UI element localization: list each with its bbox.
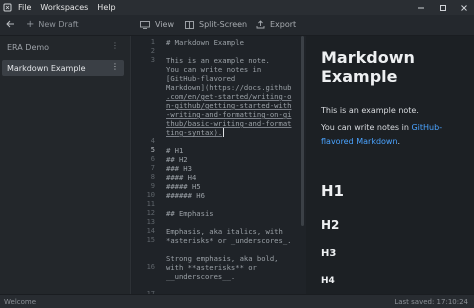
preview-link[interactable]: GitHub-: [411, 123, 442, 132]
split-screen-icon: [185, 20, 194, 29]
split-screen-button[interactable]: Split-Screen: [185, 20, 247, 29]
minimize-icon[interactable]: [414, 1, 427, 14]
kebab-menu-icon[interactable]: ⋮: [111, 63, 119, 71]
code-line: -writing-and-formatting-on-gi: [166, 110, 292, 119]
line-number: 15: [146, 236, 155, 244]
preview-paragraph: This is an example note.: [321, 106, 419, 115]
text-cursor: [223, 128, 224, 137]
line-number: 5: [150, 146, 155, 154]
line-number: 11: [146, 200, 155, 208]
app-logo-icon: [3, 3, 12, 12]
view-label: View: [155, 20, 174, 29]
code-line: # Markdown Example: [166, 38, 244, 47]
sidebar-item-label: ERA Demo: [7, 42, 50, 52]
plus-icon: +: [26, 18, 35, 30]
code-line: You can write notes in: [166, 65, 262, 74]
markdown-editor[interactable]: 1 2 3 4 5 6 7 8 9 10 11 12 13 14 15 16 1…: [132, 36, 306, 294]
sidebar-item-label: Markdown Example: [7, 63, 86, 73]
code-line: __underscores__.: [166, 272, 236, 281]
back-arrow-icon[interactable]: [5, 19, 15, 32]
menu-help[interactable]: Help: [97, 3, 115, 12]
kebab-menu-icon[interactable]: ⋮: [111, 42, 119, 50]
line-number: 1: [150, 38, 155, 46]
line-number-gutter: 1 2 3 4 5 6 7 8 9 10 11 12 13 14 15 16 1…: [132, 36, 158, 294]
toolbar: + New Draft View Split-Screen Export: [0, 15, 474, 36]
code-line: .com/en/get-started/writing-o: [166, 92, 292, 101]
line-number: 6: [150, 155, 155, 163]
sidebar-item-markdown-example[interactable]: Markdown Example ⋮: [2, 60, 124, 76]
editor-scrollbar[interactable]: [301, 36, 304, 226]
code-line: This is an example note.: [166, 56, 270, 65]
status-left: Welcome: [4, 298, 37, 306]
new-draft-label: New Draft: [38, 20, 79, 29]
preview-h2: H2: [321, 218, 340, 232]
menu-file[interactable]: File: [18, 3, 31, 12]
menu-workspaces[interactable]: Workspaces: [40, 3, 88, 12]
sidebar: ERA Demo ⋮ Markdown Example ⋮: [0, 36, 131, 294]
preview-text: .: [397, 137, 401, 146]
code-line: n-github/getting-started-with: [166, 101, 292, 110]
line-number: 12: [146, 209, 155, 217]
code-line: ##### H5: [166, 182, 201, 191]
preview-paragraph: You can write notes in GitHub-: [321, 123, 442, 132]
code-line: # H1: [166, 146, 184, 155]
code-line: ting-syntax).: [166, 128, 223, 137]
new-draft-button[interactable]: + New Draft: [26, 18, 79, 30]
code-line: thub/basic-writing-and-format: [166, 119, 292, 128]
line-number: 7: [150, 164, 155, 172]
preview-h4: H4: [321, 276, 335, 286]
code-line: ## Emphasis: [166, 209, 214, 218]
view-button[interactable]: View: [140, 20, 174, 29]
export-button[interactable]: Export: [256, 20, 296, 29]
split-screen-label: Split-Screen: [199, 20, 248, 29]
status-bar: Welcome Last saved: 17:10:24: [0, 294, 474, 308]
export-icon: [256, 20, 265, 29]
line-number: 4: [150, 137, 155, 145]
export-label: Export: [270, 20, 297, 29]
preview-h3: H3: [321, 248, 337, 259]
preview-link[interactable]: flavored Markdown: [321, 137, 398, 146]
line-number: 16: [146, 263, 155, 271]
code-line: Emphasis, aka italics, with: [166, 227, 283, 236]
last-saved-status: Last saved: 17:10:24: [394, 298, 468, 306]
preview-title: Markdown Example: [321, 48, 415, 86]
code-line: ### H3: [166, 164, 192, 173]
code-line: ## H2: [166, 155, 188, 164]
preview-text: You can write notes in: [321, 123, 409, 132]
line-number: 3: [150, 56, 155, 64]
code-line: #### H4: [166, 173, 197, 182]
code-line: Strong emphasis, aka bold,: [166, 254, 279, 263]
code-line: *asterisks* or _underscores_.: [166, 236, 292, 245]
code-line: with **asterisks** or: [166, 263, 257, 272]
monitor-icon: [140, 20, 150, 29]
line-number: 2: [150, 47, 155, 55]
sidebar-item-era-demo[interactable]: ERA Demo ⋮: [2, 39, 124, 55]
line-number: 13: [146, 218, 155, 226]
preview-paragraph: flavored Markdown.: [321, 137, 400, 146]
code-line: [GitHub-flavored: [166, 74, 236, 83]
line-number: 8: [150, 173, 155, 181]
line-number: 14: [146, 227, 155, 235]
line-number: 9: [150, 182, 155, 190]
line-number: 10: [146, 191, 155, 199]
menu-bar: File Workspaces Help: [0, 0, 474, 15]
close-icon[interactable]: [457, 1, 470, 14]
maximize-icon[interactable]: [436, 1, 449, 14]
preview-h1: H1: [321, 182, 344, 200]
code-line: ###### H6: [166, 191, 205, 200]
code-line: Markdown](https://docs.github: [166, 83, 292, 92]
markdown-preview: Markdown Example This is an example note…: [306, 36, 474, 294]
